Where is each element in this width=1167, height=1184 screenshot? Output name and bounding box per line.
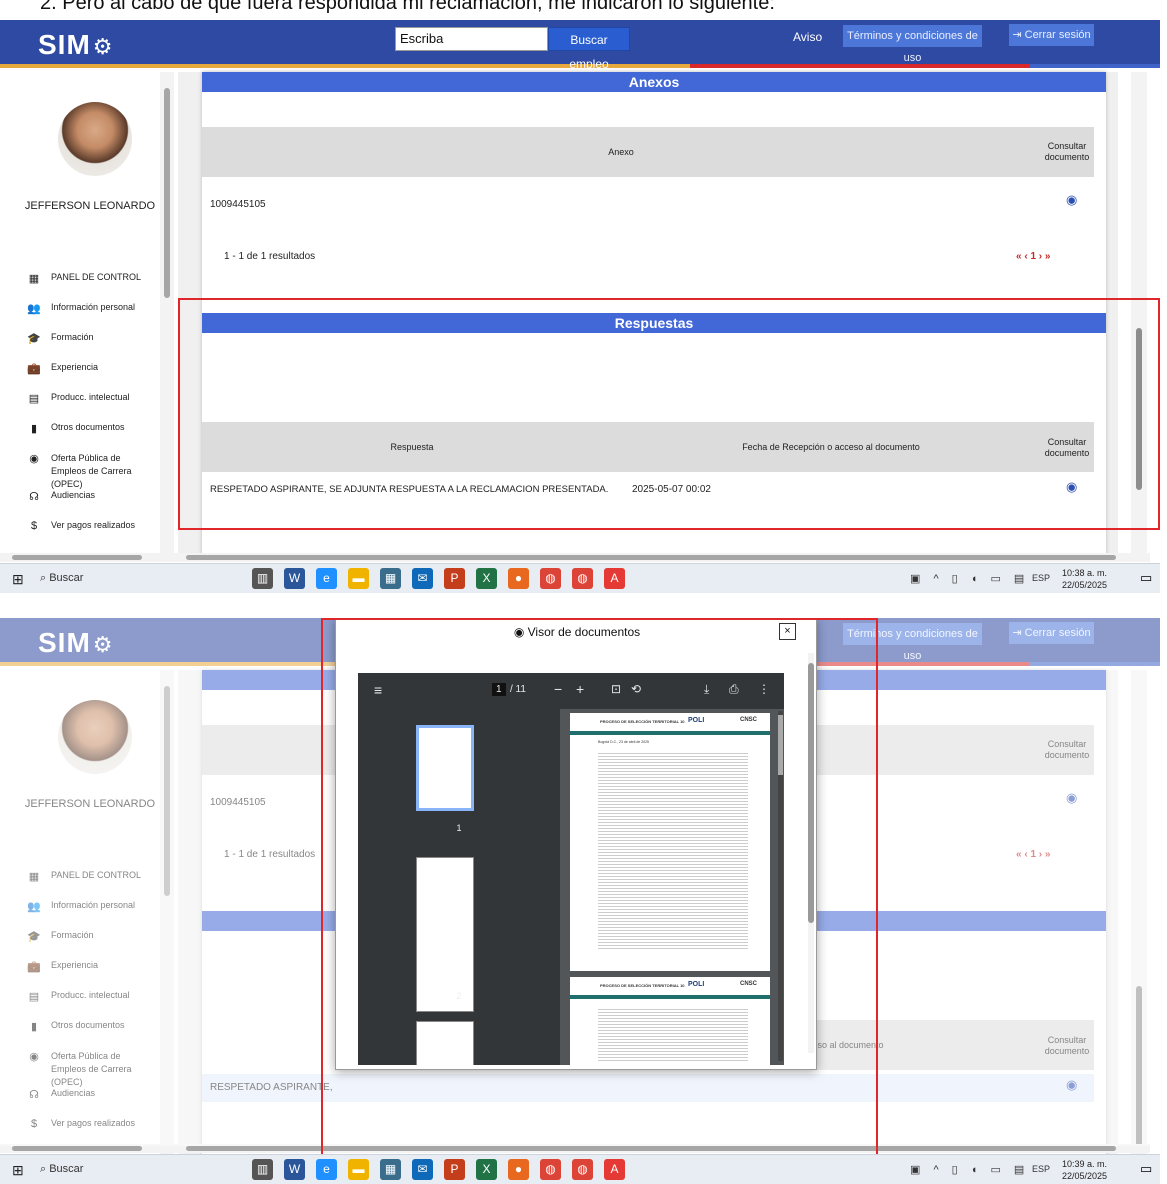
search-button[interactable]: Buscar empleo: [548, 27, 630, 71]
top-header: SIM⚙ Escriba Buscar empleo Aviso Término…: [0, 20, 1160, 71]
taskbar: ⊞ ⌕ Buscar ▥ W e ▬ ▦ ✉ P X ● ◍ ◍ A ▣ ^ ▯…: [0, 1154, 1160, 1184]
language-indicator[interactable]: ESP: [1032, 1164, 1050, 1174]
powerpoint-icon[interactable]: P: [444, 568, 465, 589]
excel-icon[interactable]: X: [476, 568, 497, 589]
graduation-icon: 🎓: [27, 333, 41, 345]
highlight-box: [321, 618, 878, 1166]
anexos-pagination[interactable]: « ‹ 1 › »: [1016, 251, 1050, 262]
calculator-icon[interactable]: ▦: [380, 568, 401, 589]
calculator-icon[interactable]: ▦: [380, 1159, 401, 1180]
system-tray[interactable]: ▣ ^ ▯ ◖ ▭ ▤: [910, 572, 1029, 585]
terms-button[interactable]: Términos y condiciones de uso: [843, 25, 982, 64]
anexos-title: Anexos: [202, 72, 1106, 92]
pdf-app-icon[interactable]: A: [604, 1159, 625, 1180]
briefcase-icon: 💼: [27, 363, 41, 375]
clock[interactable]: 10:39 a. m. 22/05/2025: [1062, 1158, 1107, 1182]
taskbar-search[interactable]: ⌕ Buscar: [40, 1163, 83, 1176]
sidebar-item-experiencia[interactable]: 💼 Experiencia: [26, 362, 176, 392]
anexo-column-header: Anexo: [202, 127, 1040, 177]
ie-icon[interactable]: e: [316, 568, 337, 589]
sidebar: JEFFERSON LEONARDO ▦ PANEL DE CONTROL 👥 In…: [8, 72, 176, 558]
word-icon[interactable]: W: [284, 568, 305, 589]
simo-logo[interactable]: SIM⚙: [38, 29, 114, 61]
consultar-column-header: Consultar documento: [1040, 127, 1094, 177]
sidebar-item-opec[interactable]: ◉ Oferta Pública de Empleos de Carrera (O…: [26, 452, 176, 490]
people-icon: 👥: [27, 303, 41, 315]
chrome-icon[interactable]: ◍: [540, 568, 561, 589]
gear-icon: ⚙: [92, 34, 114, 59]
sidebar-scrollbar[interactable]: [160, 72, 174, 558]
anexo-row-value: 1009445105: [210, 199, 266, 210]
mail-icon[interactable]: ✉: [412, 568, 433, 589]
horizontal-scrollbar[interactable]: [0, 553, 1150, 562]
logout-button[interactable]: ⇥ Cerrar sesión: [1009, 24, 1094, 46]
system-tray[interactable]: ▣ ^ ▯ ◖ ▭ ▤: [910, 1163, 1029, 1176]
taskbar-apps: ▥ W e ▬ ▦ ✉ P X ● ◍ ◍ A: [252, 1159, 625, 1180]
dashboard-icon: ▦: [28, 273, 40, 285]
highlight-box: [178, 298, 1160, 530]
mail-icon[interactable]: ✉: [412, 1159, 433, 1180]
sidebar-item-panel[interactable]: ▦ PANEL DE CONTROL: [26, 272, 176, 302]
clock[interactable]: 10:38 a. m. 22/05/2025: [1062, 567, 1107, 591]
firefox-icon[interactable]: ●: [508, 568, 529, 589]
sidebar-item-audiencias[interactable]: ☊ Audiencias: [26, 490, 176, 520]
avatar: [58, 102, 132, 176]
excel-icon[interactable]: X: [476, 1159, 497, 1180]
globe-icon: ◉: [29, 453, 39, 465]
aviso-link[interactable]: Aviso: [793, 30, 822, 44]
sidebar-item-formacion[interactable]: 🎓 Formación: [26, 332, 176, 362]
taskbar-search[interactable]: ⌕ Buscar: [40, 572, 83, 585]
caption-text: 2. Pero al cabo de que fuera respondida …: [40, 0, 775, 14]
eye-icon[interactable]: ◉: [1066, 192, 1077, 208]
anexos-pagination-text: 1 - 1 de 1 resultados: [224, 251, 316, 262]
task-view-icon[interactable]: ▥: [252, 1159, 273, 1180]
sidebar-item-pagos[interactable]: $ Ver pagos realizados: [26, 520, 176, 550]
folder-icon[interactable]: ▬: [348, 1159, 369, 1180]
sidebar-item-produccion[interactable]: ▤ Producc. intelectual: [26, 392, 176, 422]
sidebar-menu: ▦ PANEL DE CONTROL 👥 Información personal …: [26, 272, 176, 550]
screenshot-1: SIM⚙ Escriba Buscar empleo Aviso Término…: [0, 20, 1160, 595]
pdf-app-icon[interactable]: A: [604, 568, 625, 589]
ie-icon[interactable]: e: [316, 1159, 337, 1180]
chrome-icon[interactable]: ◍: [540, 1159, 561, 1180]
notifications-icon[interactable]: ▭: [1140, 570, 1152, 586]
taskbar: ⊞ ⌕ Buscar ▥ W e ▬ ▦ ✉ P X ● ◍ ◍ A ▣ ^ ▯…: [0, 563, 1160, 593]
document-icon: ▮: [30, 423, 38, 435]
audience-icon: ☊: [29, 491, 39, 503]
book-icon: ▤: [28, 393, 40, 405]
word-icon[interactable]: W: [284, 1159, 305, 1180]
folder-icon[interactable]: ▬: [348, 568, 369, 589]
firefox-icon[interactable]: ●: [508, 1159, 529, 1180]
windows-start-icon[interactable]: ⊞: [12, 571, 24, 588]
task-view-icon[interactable]: ▥: [252, 568, 273, 589]
search-input[interactable]: Escriba: [395, 27, 548, 51]
logout-icon: ⇥: [1012, 29, 1025, 41]
sidebar-item-info-personal[interactable]: 👥 Información personal: [26, 302, 176, 332]
user-name: JEFFERSON LEONARDO: [24, 200, 156, 212]
chrome-profile-icon[interactable]: ◍: [572, 568, 593, 589]
sidebar-item-otros[interactable]: ▮ Otros documentos: [26, 422, 176, 452]
windows-start-icon[interactable]: ⊞: [12, 1162, 24, 1179]
taskbar-apps: ▥ W e ▬ ▦ ✉ P X ● ◍ ◍ A: [252, 568, 625, 589]
powerpoint-icon[interactable]: P: [444, 1159, 465, 1180]
chrome-profile-icon[interactable]: ◍: [572, 1159, 593, 1180]
notifications-icon[interactable]: ▭: [1140, 1161, 1152, 1177]
dollar-icon: $: [30, 520, 38, 532]
language-indicator[interactable]: ESP: [1032, 573, 1050, 583]
screenshot-2: SIM⚙ Términos y condiciones de uso ⇥ Cer…: [0, 618, 1160, 1184]
